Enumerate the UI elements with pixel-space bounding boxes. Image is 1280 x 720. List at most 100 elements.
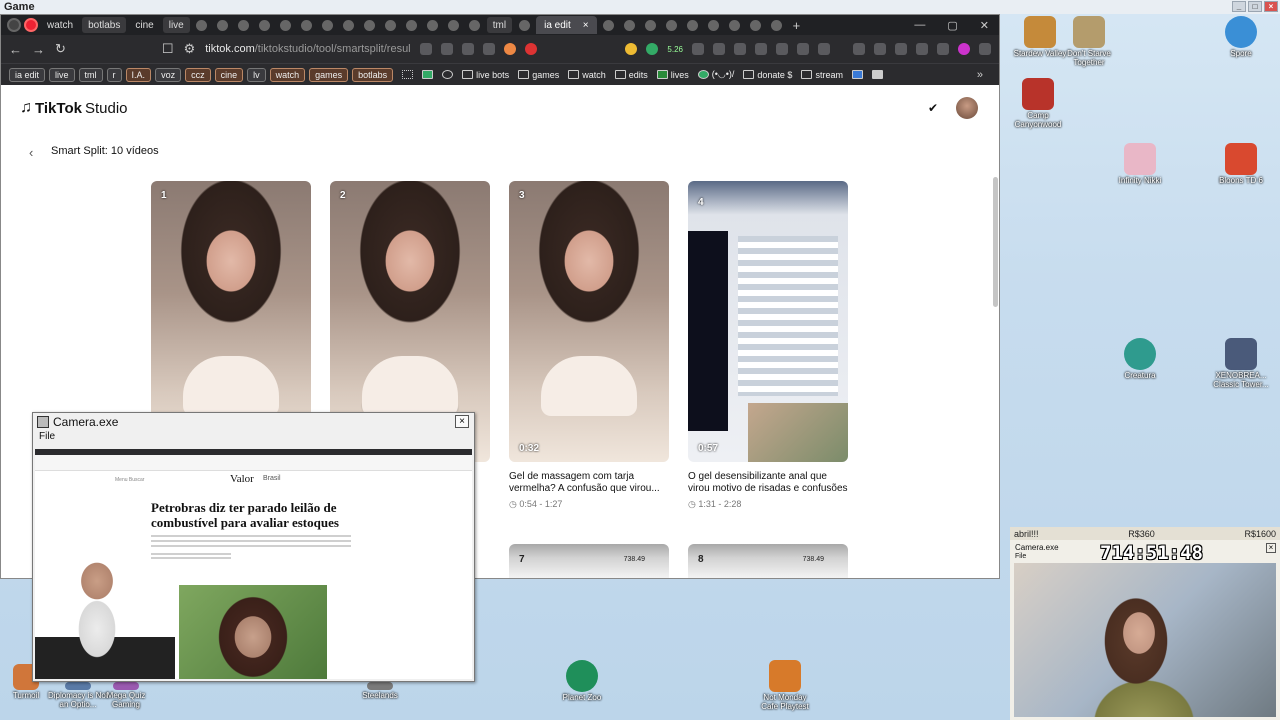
camera-window-titlebar[interactable]: Camera.exe — [33, 413, 474, 431]
bookmark-folder[interactable]: games — [518, 70, 559, 80]
bookmark-chip[interactable]: watch — [269, 67, 306, 82]
tab-favicon[interactable] — [256, 18, 274, 32]
bookmark-folder[interactable]: stream — [801, 70, 843, 80]
site-info-icon[interactable]: ⚙ — [184, 41, 196, 57]
video-thumbnail[interactable]: 4 0:57 — [688, 181, 848, 462]
desktop-icon-spore[interactable]: Spore — [1211, 16, 1271, 58]
bookmark-chip[interactable]: tml — [78, 67, 103, 82]
bookmark-chip[interactable]: botlabs — [352, 67, 394, 82]
tab-favicon[interactable] — [277, 18, 295, 32]
tab-favicon[interactable] — [319, 18, 337, 32]
tab-favicon[interactable] — [445, 18, 463, 32]
extension-badge-icon[interactable] — [646, 43, 659, 55]
menu-file[interactable]: File — [33, 431, 474, 445]
checkmark-icon[interactable]: ✔ — [928, 101, 938, 115]
os-minimize-button[interactable]: _ — [1232, 1, 1246, 12]
desktop-icon-dont-starve[interactable]: Don't Starve Together — [1059, 16, 1119, 67]
video-card[interactable]: 4 0:57 O gel desensibilizante anal que v… — [688, 181, 848, 510]
url-field[interactable]: tiktok.com/tiktokstudio/tool/smartsplit/… — [205, 43, 410, 55]
video-card[interactable]: 3 Usou um bagulho 0:32 Gel de massagem c… — [509, 181, 669, 510]
tab-favicon[interactable] — [663, 18, 681, 32]
desktop-icon-xenobrea[interactable]: XENOBREA... Classic Tower... — [1211, 338, 1271, 389]
tab-favicon[interactable] — [621, 18, 639, 32]
desktop-icon-camp-canyonwood[interactable]: Camp Canyonwood — [1008, 78, 1068, 129]
os-close-button[interactable]: × — [1264, 1, 1278, 12]
tab-favicon[interactable] — [214, 18, 232, 32]
tab-live[interactable]: live — [162, 17, 190, 33]
bookmark-chip[interactable]: ia edit — [9, 67, 46, 82]
back-icon[interactable]: ← — [9, 42, 22, 57]
close-button[interactable]: × — [455, 415, 469, 428]
os-maximize-button[interactable]: □ — [1248, 1, 1262, 12]
bookmark-favicon[interactable] — [442, 70, 454, 79]
tab-favicon[interactable] — [466, 18, 484, 32]
tab-cine[interactable]: cine — [129, 17, 159, 33]
bookmark-folder[interactable]: lives — [656, 70, 689, 80]
video-thumbnail[interactable]: 3 Usou um bagulho 0:32 — [509, 181, 669, 462]
sidebar-icon[interactable] — [874, 43, 886, 55]
bookmark-chip[interactable]: voz — [155, 67, 182, 82]
tab-favicon[interactable] — [642, 18, 660, 32]
extension-icon[interactable] — [441, 43, 454, 55]
ai-icon[interactable] — [916, 43, 928, 55]
bookmark-favicon[interactable] — [851, 70, 863, 79]
close-button[interactable]: ✕ — [980, 19, 989, 32]
tab-favicon[interactable] — [193, 18, 211, 32]
screenshot-icon[interactable] — [818, 43, 830, 55]
desktop-icon-planet-zoo[interactable]: Planet Zoo — [552, 660, 612, 702]
bookmark-chip[interactable]: lv — [247, 67, 266, 82]
minimize-button[interactable]: — — [914, 19, 925, 32]
extension-icon[interactable] — [776, 43, 788, 55]
bookmark-folder[interactable]: live bots — [462, 70, 509, 80]
desktop-icon-creatura[interactable]: Creatura — [1110, 338, 1170, 380]
video-card[interactable]: 7 738.49 — [509, 544, 669, 578]
bookmark-folder[interactable]: watch — [568, 70, 606, 80]
bookmark-folder[interactable]: donate $ — [743, 70, 792, 80]
bookmark-chip[interactable]: games — [309, 67, 349, 82]
tab-favicon[interactable] — [340, 18, 358, 32]
tab-favicon[interactable] — [684, 18, 702, 32]
bookmark-chip[interactable]: r — [106, 67, 122, 82]
tab-favicon[interactable] — [403, 18, 421, 32]
new-tab-button[interactable]: + — [793, 18, 801, 33]
bookmark-chip[interactable]: live — [49, 67, 75, 82]
profile-icon[interactable] — [958, 43, 970, 55]
desktop-icon-not-monday-cafe[interactable]: Not Monday Cafe Playtest — [755, 660, 815, 711]
tab-favicon[interactable] — [424, 18, 442, 32]
avatar[interactable] — [956, 97, 978, 119]
back-chevron-icon[interactable]: ‹ — [29, 145, 33, 160]
tab-favicon[interactable] — [726, 18, 744, 32]
desktop-icon-steelands[interactable]: Steelands — [350, 682, 410, 700]
tab-favicon[interactable] — [235, 18, 253, 32]
bookmark-folder[interactable]: edits — [614, 70, 648, 80]
extension-icon[interactable] — [755, 43, 767, 55]
video-thumbnail[interactable]: 7 738.49 — [509, 544, 669, 578]
extension-icon[interactable] — [625, 43, 638, 55]
video-card[interactable]: 8 738.49 — [688, 544, 848, 578]
desktop-icon-mega-quiz[interactable]: Mega Quiz Gaming — [96, 682, 156, 709]
puzzle-icon[interactable] — [797, 43, 809, 55]
bookmark-chip[interactable]: I.A. — [125, 67, 152, 82]
extension-icon[interactable] — [713, 43, 725, 55]
extension-icon[interactable] — [734, 43, 746, 55]
tab-tml[interactable]: tml — [486, 17, 513, 33]
vpn-icon[interactable] — [937, 43, 949, 55]
browser-profile-icon[interactable] — [7, 18, 21, 32]
tab-favicon[interactable] — [747, 18, 765, 32]
download-icon[interactable] — [853, 43, 865, 55]
tab-favicon[interactable] — [515, 18, 533, 32]
reload-icon[interactable]: ↻ — [55, 41, 66, 57]
forward-icon[interactable]: → — [32, 42, 45, 57]
brave-rewards-icon[interactable] — [525, 43, 538, 55]
tab-favicon[interactable] — [705, 18, 723, 32]
wallet-icon[interactable] — [895, 43, 907, 55]
tab-watch[interactable]: watch — [41, 17, 79, 33]
tab-favicon[interactable] — [600, 18, 618, 32]
menu-icon[interactable] — [979, 43, 991, 55]
bookmark-favicon[interactable] — [422, 70, 434, 79]
video-title[interactable]: O gel desensibilizante anal que virou mo… — [688, 471, 848, 495]
tiktok-studio-logo[interactable]: ♫ TikTok Studio — [20, 99, 128, 117]
record-icon[interactable] — [24, 18, 38, 32]
tab-ia-edit[interactable]: ia edit × — [536, 16, 597, 34]
extension-icon[interactable] — [692, 43, 704, 55]
